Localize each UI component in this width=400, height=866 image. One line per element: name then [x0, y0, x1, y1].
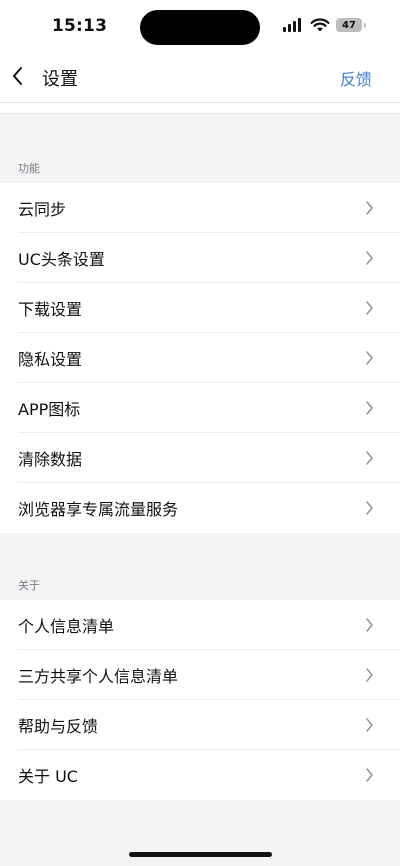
cellular-signal-icon [283, 18, 301, 32]
row-help-feedback[interactable]: 帮助与反馈 [0, 700, 400, 750]
section-title-features: 功能 [18, 162, 40, 175]
chevron-right-icon [366, 718, 373, 732]
chevron-right-icon [366, 618, 373, 632]
section-title-about: 关于 [18, 579, 40, 592]
row-label: 清除数据 [18, 450, 83, 469]
battery-level: 47 [342, 19, 356, 31]
row-label: 浏览器享专属流量服务 [18, 500, 179, 519]
about-section: 个人信息清单 三方共享个人信息清单 帮助与反馈 关于 UC [0, 600, 400, 800]
chevron-right-icon [366, 201, 373, 215]
row-uc-headlines-settings[interactable]: UC头条设置 [0, 233, 400, 283]
row-exclusive-data-service[interactable]: 浏览器享专属流量服务 [0, 483, 400, 533]
row-download-settings[interactable]: 下载设置 [0, 283, 400, 333]
chevron-right-icon [366, 768, 373, 782]
row-label: 下载设置 [18, 300, 83, 319]
chevron-right-icon [366, 501, 373, 515]
chevron-right-icon [366, 251, 373, 265]
chevron-left-icon[interactable] [8, 64, 28, 88]
row-label: 隐私设置 [18, 350, 83, 369]
navigation-bar: 设置 反馈 [0, 54, 400, 102]
battery-tip [364, 22, 366, 28]
feedback-button[interactable]: 反馈 [340, 66, 372, 90]
chevron-right-icon [366, 351, 373, 365]
dynamic-island [140, 10, 260, 45]
battery-icon: 47 [336, 18, 362, 32]
page-title: 设置 [42, 69, 78, 90]
chevron-right-icon [366, 301, 373, 315]
row-label: UC头条设置 [18, 250, 105, 269]
chevron-right-icon [366, 401, 373, 415]
features-section: 云同步 UC头条设置 下载设置 隐私设置 APP图标 清除数据 浏览器享专属流量… [0, 183, 400, 533]
row-privacy-settings[interactable]: 隐私设置 [0, 333, 400, 383]
home-indicator[interactable] [129, 852, 272, 857]
row-third-party-info-list[interactable]: 三方共享个人信息清单 [0, 650, 400, 700]
row-cloud-sync[interactable]: 云同步 [0, 183, 400, 233]
status-bar: 15:13 47 [0, 0, 400, 54]
wifi-icon [310, 18, 330, 32]
row-personal-info-list[interactable]: 个人信息清单 [0, 600, 400, 650]
row-label: 三方共享个人信息清单 [18, 667, 179, 686]
row-app-icon[interactable]: APP图标 [0, 383, 400, 433]
status-time: 15:13 [52, 16, 108, 36]
row-label: 帮助与反馈 [18, 717, 99, 736]
chevron-right-icon [366, 451, 373, 465]
chevron-right-icon [366, 668, 373, 682]
top-divider [0, 113, 400, 114]
row-label: 个人信息清单 [18, 617, 115, 636]
status-icons: 47 [282, 18, 366, 32]
row-about-uc[interactable]: 关于 UC [0, 750, 400, 800]
row-clear-data[interactable]: 清除数据 [0, 433, 400, 483]
row-label: APP图标 [18, 400, 81, 419]
row-label: 云同步 [18, 200, 67, 219]
row-label: 关于 UC [18, 767, 78, 786]
